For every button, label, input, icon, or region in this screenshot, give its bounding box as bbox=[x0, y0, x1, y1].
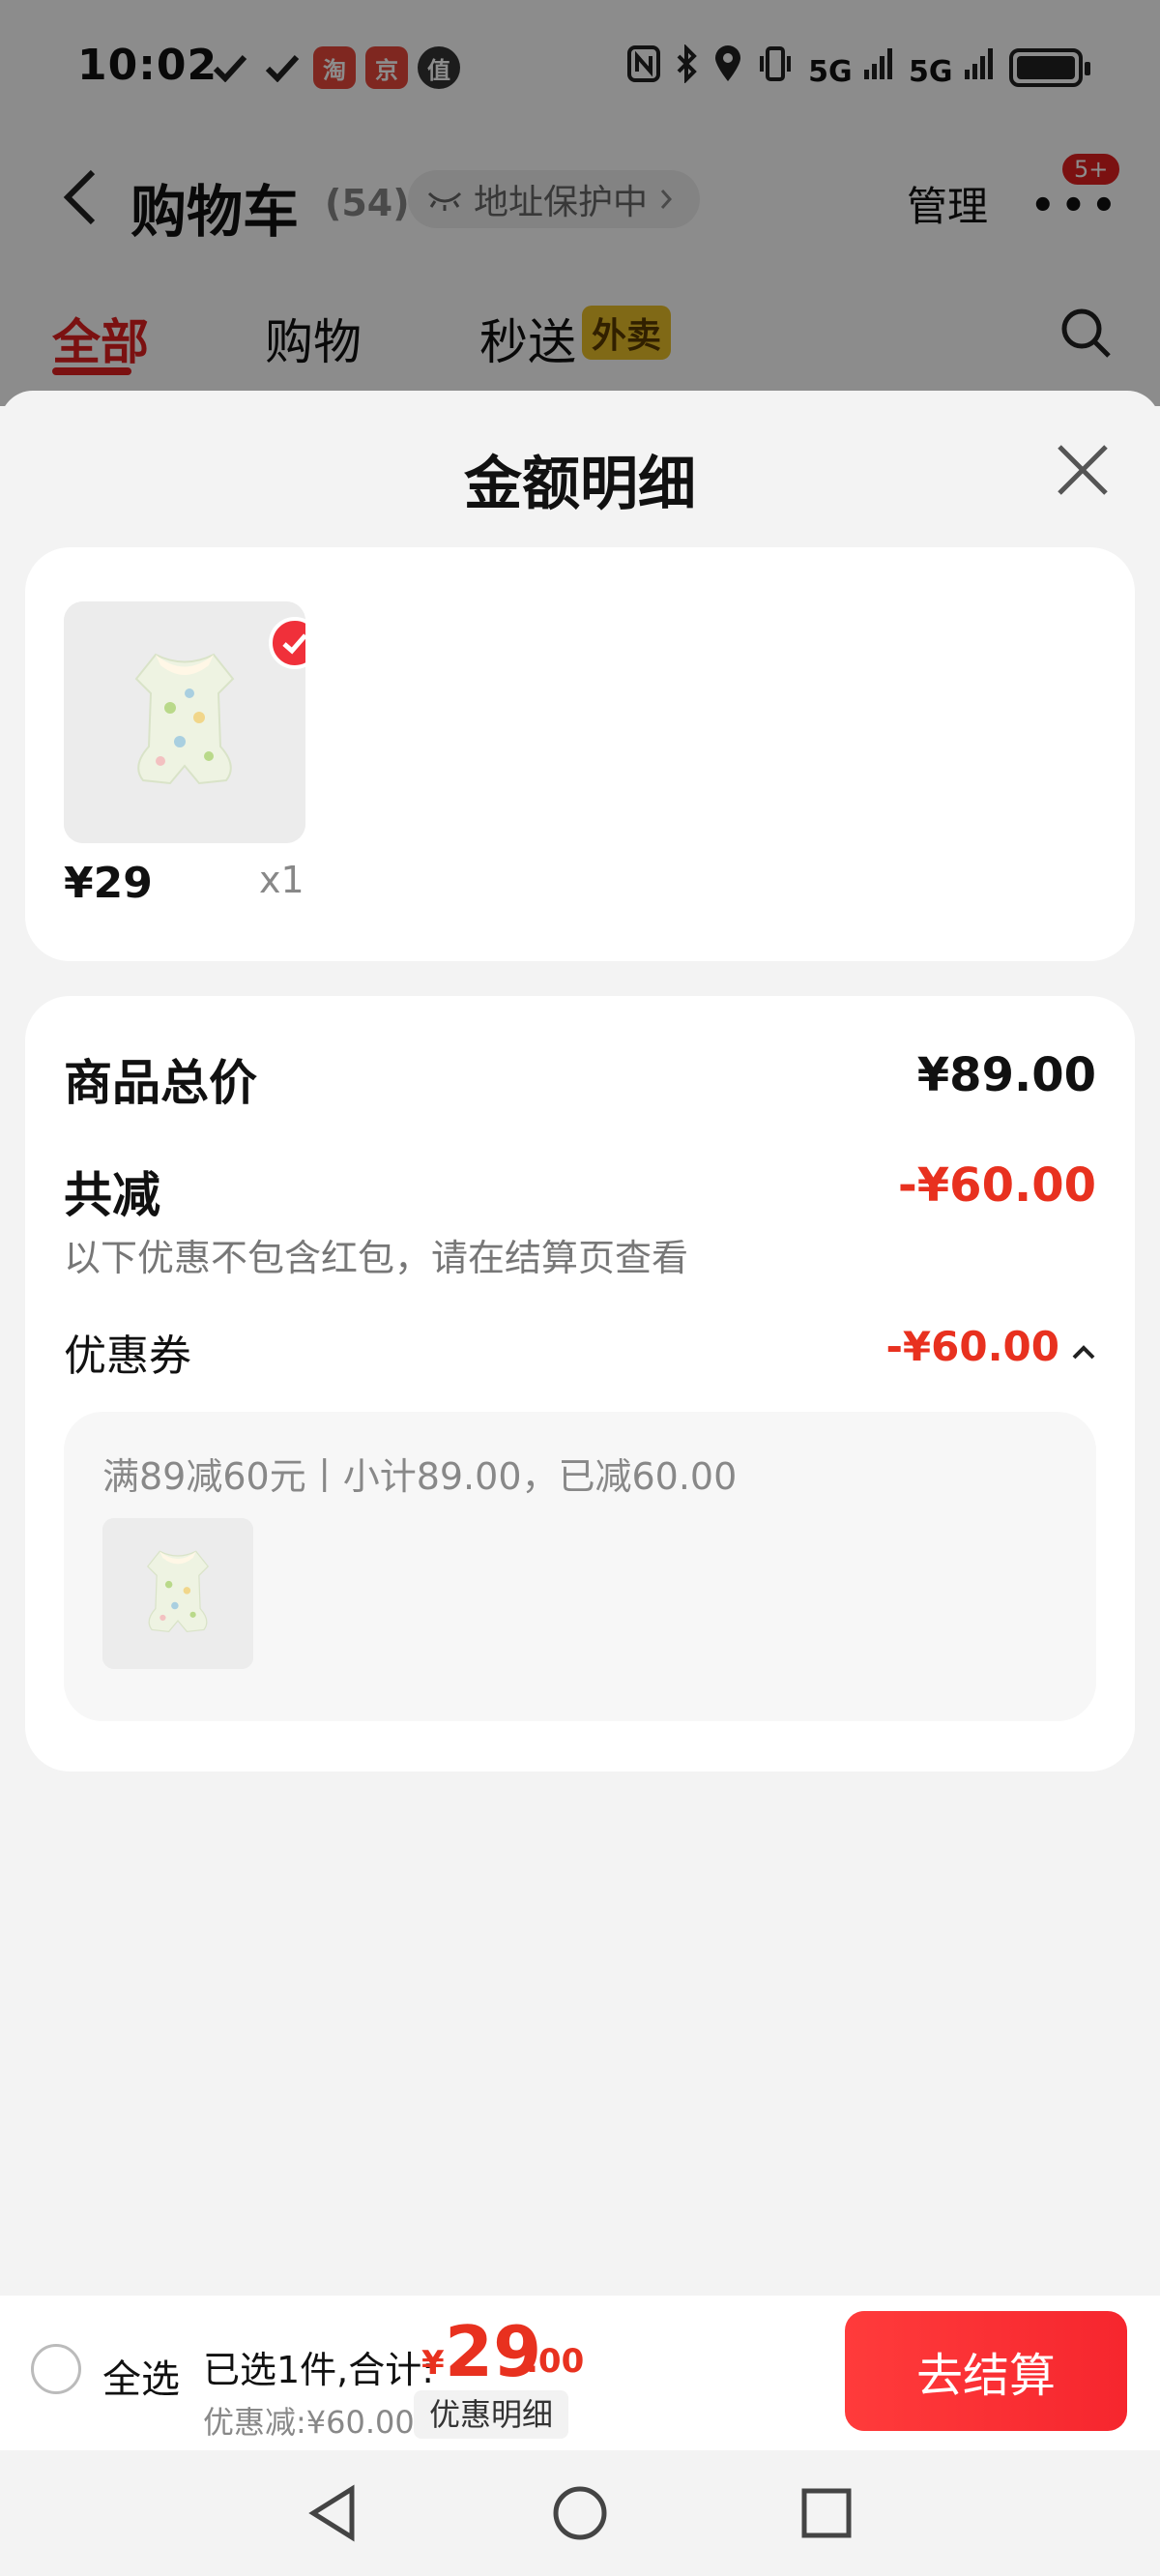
select-all-label[interactable]: 全选 bbox=[102, 2348, 180, 2404]
total-currency: ¥ bbox=[421, 2344, 445, 2383]
item-quantity: x1 bbox=[259, 859, 304, 901]
select-all-radio[interactable] bbox=[31, 2344, 81, 2394]
modal-overlay[interactable] bbox=[0, 0, 1160, 406]
total-price-label: 商品总价 bbox=[64, 1055, 257, 1111]
coupon-detail-box: 满89减60元丨小计89.00，已减60.00 bbox=[64, 1412, 1096, 1721]
reduce-note: 以下优惠不包含红包，请在结算页查看 bbox=[64, 1237, 689, 1279]
reduce-value: -¥60.00 bbox=[897, 1158, 1096, 1213]
coupon-value: -¥60.00 bbox=[885, 1323, 1059, 1370]
product-thumbnail[interactable] bbox=[64, 601, 305, 843]
coupon-toggle[interactable]: -¥60.00 bbox=[885, 1323, 1096, 1370]
close-icon[interactable] bbox=[1054, 441, 1112, 499]
amount-detail-sheet: 金额明细 ¥29 x1 商品总价 ¥89.00 共减 -¥60.00 以下优惠不… bbox=[0, 391, 1160, 2296]
nav-home-icon[interactable] bbox=[546, 2479, 614, 2547]
coupon-product-thumbnail bbox=[102, 1518, 253, 1669]
item-price: ¥29 bbox=[64, 859, 153, 908]
coupon-label: 优惠券 bbox=[64, 1332, 191, 1381]
sheet-title: 金额明细 bbox=[464, 451, 696, 518]
checkout-button[interactable]: 去结算 bbox=[845, 2311, 1127, 2431]
price-breakdown-card: 商品总价 ¥89.00 共减 -¥60.00 以下优惠不包含红包，请在结算页查看… bbox=[25, 996, 1135, 1771]
checkout-bar: 全选 已选1件,合计: ¥ 29 .00 优惠减:¥60.00 优惠明细 去结算 bbox=[0, 2296, 1160, 2450]
nav-back-icon[interactable] bbox=[300, 2479, 367, 2547]
selected-items-card: ¥29 x1 bbox=[25, 547, 1135, 961]
baby-romper-image bbox=[102, 1518, 253, 1669]
total-price-value: ¥89.00 bbox=[916, 1048, 1096, 1102]
discount-detail-button[interactable]: 优惠明细 bbox=[414, 2390, 569, 2439]
chevron-up-icon bbox=[1071, 1323, 1096, 1370]
reduce-label: 共减 bbox=[64, 1167, 160, 1223]
nav-recents-icon[interactable] bbox=[793, 2479, 860, 2547]
checked-icon[interactable] bbox=[269, 617, 305, 669]
coupon-description: 满89减60元丨小计89.00，已减60.00 bbox=[102, 1455, 738, 1498]
selected-summary: 已选1件,合计: bbox=[203, 2349, 435, 2391]
discount-amount: 优惠减:¥60.00 bbox=[203, 2404, 415, 2441]
total-decimal: .00 bbox=[526, 2342, 585, 2381]
system-nav-bar bbox=[0, 2450, 1160, 2576]
